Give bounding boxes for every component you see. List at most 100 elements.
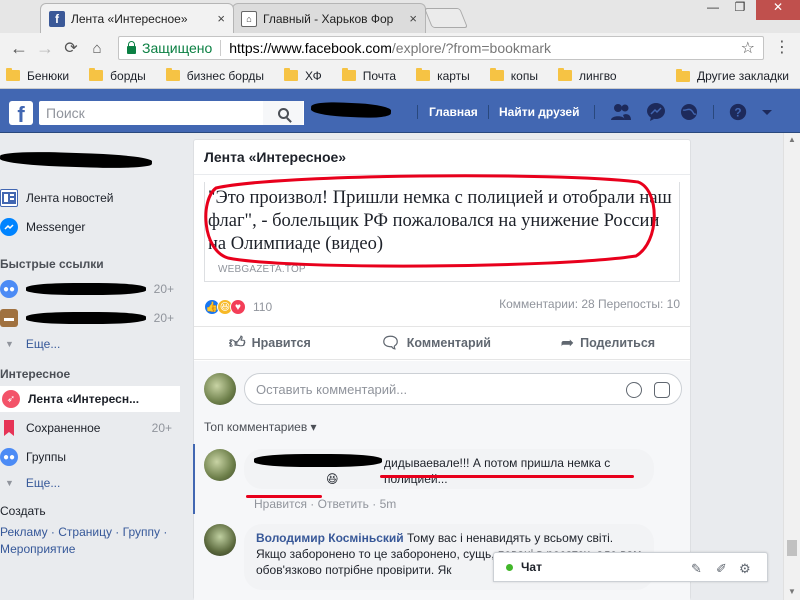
globe-icon[interactable] xyxy=(678,102,700,122)
bookmarks-bar: Бенюки борды бизнес борды ХФ Почта карты… xyxy=(0,63,800,89)
bookmark-folder[interactable]: ХФ xyxy=(284,68,322,83)
comment-sort-dropdown[interactable]: Топ комментариев ▾ xyxy=(204,420,317,434)
svg-text:?: ? xyxy=(734,106,741,120)
create-heading: Создать xyxy=(0,504,46,518)
bookmark-label: бизнес борды xyxy=(186,68,265,83)
address-bar[interactable]: Защищено https://www.facebook.com/explor… xyxy=(118,36,764,60)
scroll-down-icon[interactable]: ▼ xyxy=(788,587,796,596)
comment-input[interactable] xyxy=(244,373,682,405)
group-icon: ●● xyxy=(0,280,18,298)
bookmark-star-icon[interactable]: ☆ xyxy=(741,38,755,58)
bookmark-folder[interactable]: бизнес борды xyxy=(165,68,265,83)
back-button[interactable]: ← xyxy=(6,38,32,59)
minimize-button[interactable]: — xyxy=(700,0,726,20)
browser-menu-icon[interactable]: ⋮ xyxy=(774,40,790,56)
bookmark-icon xyxy=(0,419,18,437)
sidebar-item-label: Лента «Интересн... xyxy=(28,392,140,406)
like-label: Нравится xyxy=(251,336,311,350)
bookmark-folder[interactable]: лингво xyxy=(557,68,617,83)
close-window-button[interactable]: ✕ xyxy=(756,0,800,20)
create-links[interactable]: Рекламу · Страницу · Группу · Мероприяти… xyxy=(0,524,180,558)
scroll-up-icon[interactable]: ▲ xyxy=(788,135,796,144)
bookmark-folder[interactable]: борды xyxy=(89,68,146,83)
bookmark-label: Бенюки xyxy=(27,68,70,83)
bookmark-folder[interactable]: Почта xyxy=(341,68,396,83)
folder-icon xyxy=(557,68,572,81)
groups-icon: ●● xyxy=(0,448,18,466)
post-stats[interactable]: Комментарии: 28 Перепосты: 10 xyxy=(499,297,680,311)
news-feed-icon xyxy=(0,189,18,207)
tab-forum[interactable]: ⌂ Главный - Харьков Фор × xyxy=(232,3,426,33)
reload-button[interactable]: ⟳ xyxy=(58,38,84,58)
sidebar-item-quick-link[interactable]: ▬ 20+ xyxy=(0,307,180,329)
avatar xyxy=(204,524,236,556)
sidebar-item-quick-link[interactable]: ●● 20+ xyxy=(0,278,180,300)
sidebar-item-label: Лента новостей xyxy=(26,191,114,205)
explore-heading: Интересное xyxy=(0,367,71,381)
browser-tabstrip: f Лента «Интересное» × ⌂ Главный - Харьк… xyxy=(0,0,800,33)
edit-icon[interactable]: ✐ xyxy=(716,561,727,577)
folder-icon xyxy=(676,68,690,82)
browser-toolbar: ← → ⟳ ⌂ Защищено https://www.facebook.co… xyxy=(0,33,800,63)
chevron-down-icon: ▼ xyxy=(5,339,14,349)
settings-icon[interactable]: ⚙ xyxy=(739,561,751,577)
comment-bubble: дидываевале!!! А потом пришла немка с по… xyxy=(244,449,654,489)
close-tab-icon[interactable]: × xyxy=(409,11,417,26)
search-button[interactable] xyxy=(263,101,303,125)
restore-button[interactable]: ❐ xyxy=(727,0,753,20)
close-tab-icon[interactable]: × xyxy=(217,11,225,26)
sidebar-item-groups[interactable]: ●● Группы xyxy=(0,446,180,468)
see-more-link[interactable]: ▼ Еще... xyxy=(5,337,60,351)
find-friends-link[interactable]: Найти друзей xyxy=(499,105,579,119)
redacted-profile-name xyxy=(310,100,392,120)
redacted-label xyxy=(26,312,146,324)
sidebar-item-explore-feed[interactable]: ➶ Лента «Интересн... xyxy=(0,386,180,412)
facebook-logo-icon[interactable]: f xyxy=(9,101,33,125)
sidebar-item-news-feed[interactable]: Лента новостей xyxy=(0,187,180,209)
help-icon[interactable]: ? xyxy=(727,102,749,122)
see-more-label: Еще... xyxy=(25,476,61,490)
sidebar-item-messenger[interactable]: Messenger xyxy=(0,216,180,238)
briefcase-icon: ▬ xyxy=(0,309,18,327)
new-tab-button[interactable] xyxy=(423,8,469,28)
messenger-icon[interactable] xyxy=(645,102,667,122)
sticker-icon[interactable] xyxy=(654,382,670,398)
chat-label: Чат xyxy=(521,560,542,574)
comment-highlight-bar xyxy=(193,444,195,514)
emoji-icon[interactable] xyxy=(626,382,642,398)
folder-icon xyxy=(416,68,431,81)
chat-bar[interactable]: Чат ✎ ✐ ⚙ xyxy=(493,552,768,582)
scrollbar[interactable]: ▲ ▼ xyxy=(783,133,800,600)
comment-icon: 🗨︎ xyxy=(380,335,401,352)
bookmark-folder[interactable]: Бенюки xyxy=(6,68,70,83)
folder-icon xyxy=(89,68,104,81)
divider xyxy=(417,105,418,119)
comment-button[interactable]: 🗨︎ Комментарий xyxy=(380,333,491,353)
new-message-icon[interactable]: ✎ xyxy=(691,561,702,577)
scrollbar-thumb[interactable] xyxy=(787,540,797,556)
see-more-link[interactable]: ▼ Еще... xyxy=(5,476,60,490)
messenger-icon xyxy=(0,218,18,236)
account-menu-chevron-icon[interactable] xyxy=(760,102,774,122)
count-badge: 20+ xyxy=(153,311,174,325)
lock-icon xyxy=(127,41,136,54)
bookmark-folder[interactable]: копы xyxy=(489,68,538,83)
count-badge: 20+ xyxy=(153,282,174,296)
home-button[interactable]: ⌂ xyxy=(84,40,110,57)
tab-facebook[interactable]: f Лента «Интересное» × xyxy=(40,3,234,33)
bookmark-folder[interactable]: карты xyxy=(416,68,470,83)
rocket-icon: ➶ xyxy=(2,390,20,408)
tab-title: Главный - Харьков Фор xyxy=(263,11,394,26)
redacted-profile-link xyxy=(0,150,153,170)
friend-requests-icon[interactable] xyxy=(610,102,632,122)
url-path: /explore/?from=bookmark xyxy=(391,40,552,56)
comment-meta[interactable]: Нравится · Ответить · 5m xyxy=(254,497,396,511)
forward-button[interactable]: → xyxy=(32,38,58,59)
home-link[interactable]: Главная xyxy=(429,105,478,119)
share-button[interactable]: ➦ Поделиться xyxy=(561,333,655,353)
comment-sort-label: Топ комментариев xyxy=(204,420,308,434)
like-button[interactable]: 👍︎ Нравится xyxy=(229,334,311,353)
sidebar-item-saved[interactable]: Сохраненное 20+ xyxy=(0,417,180,439)
comment-author[interactable]: Володимир Косміньский xyxy=(256,531,404,545)
other-bookmarks[interactable]: Другие закладки xyxy=(676,68,789,83)
